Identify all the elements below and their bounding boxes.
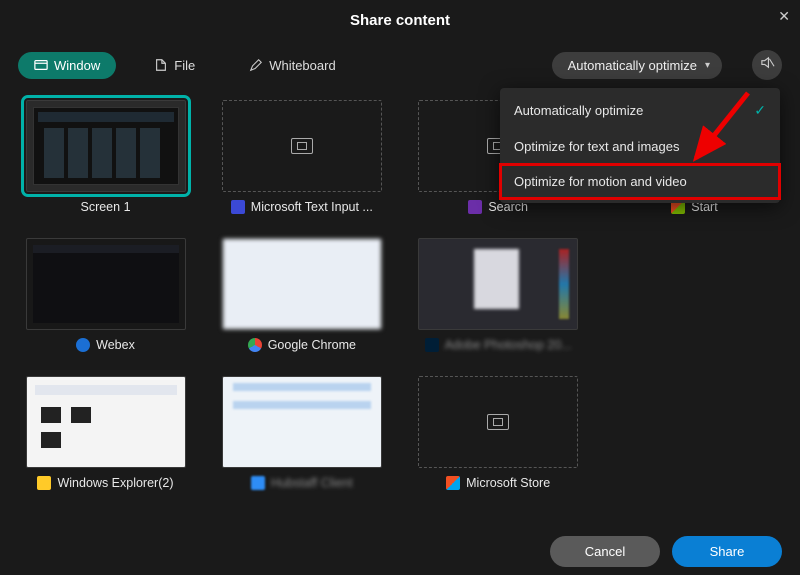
speaker-muted-icon: [760, 55, 775, 75]
cancel-button[interactable]: Cancel: [550, 536, 660, 567]
msstore-icon: [446, 476, 460, 490]
optimize-option-text-label: Optimize for text and images: [514, 139, 679, 154]
tile-ms-text-input-label: Microsoft Text Input ...: [251, 200, 373, 214]
tile-screen-1[interactable]: Screen 1: [18, 100, 193, 214]
tile-msstore-label: Microsoft Store: [466, 476, 550, 490]
tab-whiteboard-label: Whiteboard: [269, 58, 335, 73]
dialog-buttons: Cancel Share: [550, 536, 782, 567]
pencil-icon: [249, 58, 263, 72]
thumb-hubstaff: [222, 376, 382, 468]
folder-icon: [37, 476, 51, 490]
optimize-option-motion[interactable]: Optimize for motion and video: [500, 164, 780, 199]
tab-window-label: Window: [54, 58, 100, 73]
search-icon: [468, 200, 482, 214]
thumb-screen-1: [26, 100, 186, 192]
tile-explorer[interactable]: Windows Explorer(2): [18, 376, 193, 490]
tile-hubstaff[interactable]: Hubstaff Client: [214, 376, 389, 490]
optimize-option-motion-label: Optimize for motion and video: [514, 174, 687, 189]
tile-explorer-label: Windows Explorer(2): [57, 476, 173, 490]
tile-screen-1-label: Screen 1: [80, 200, 130, 214]
optimize-dropdown-label: Automatically optimize: [568, 58, 697, 73]
dialog-title: Share content: [350, 12, 450, 29]
tile-msstore[interactable]: Microsoft Store: [411, 376, 586, 490]
monitor-icon: [291, 138, 313, 154]
thumb-photoshop: [418, 238, 578, 330]
thumb-explorer: [26, 376, 186, 468]
tile-photoshop[interactable]: Adobe Photoshop 20...: [411, 238, 586, 352]
tab-file[interactable]: File: [138, 52, 211, 79]
tile-hubstaff-label: Hubstaff Client: [271, 476, 353, 490]
tile-ms-text-input[interactable]: Microsoft Text Input ...: [214, 100, 389, 214]
monitor-icon: [487, 414, 509, 430]
share-audio-button[interactable]: [752, 50, 782, 80]
tile-chrome[interactable]: Google Chrome: [214, 238, 389, 352]
titlebar: Share content ✕: [0, 0, 800, 40]
tab-window[interactable]: Window: [18, 52, 116, 79]
hubstaff-icon: [251, 476, 265, 490]
share-button[interactable]: Share: [672, 536, 782, 567]
thumb-ms-text-input: [222, 100, 382, 192]
tile-photoshop-label: Adobe Photoshop 20...: [445, 338, 572, 352]
chevron-down-icon: ▾: [705, 60, 710, 71]
thumb-webex: [26, 238, 186, 330]
toolbar: Window File Whiteboard Automatically opt…: [0, 40, 800, 90]
tile-webex-label: Webex: [96, 338, 135, 352]
chrome-icon: [248, 338, 262, 352]
thumb-chrome: [222, 238, 382, 330]
photoshop-icon: [425, 338, 439, 352]
tile-chrome-label: Google Chrome: [268, 338, 356, 352]
window-icon: [34, 58, 48, 72]
app-icon-ms: [231, 200, 245, 214]
annotation-arrow: [688, 88, 758, 168]
optimize-dropdown-button[interactable]: Automatically optimize ▾: [552, 52, 722, 79]
close-icon[interactable]: ✕: [778, 8, 790, 25]
tab-whiteboard[interactable]: Whiteboard: [233, 52, 351, 79]
file-icon: [154, 58, 168, 72]
optimize-option-auto-label: Automatically optimize: [514, 103, 643, 118]
tab-file-label: File: [174, 58, 195, 73]
webex-icon: [76, 338, 90, 352]
tile-webex[interactable]: Webex: [18, 238, 193, 352]
thumb-msstore: [418, 376, 578, 468]
